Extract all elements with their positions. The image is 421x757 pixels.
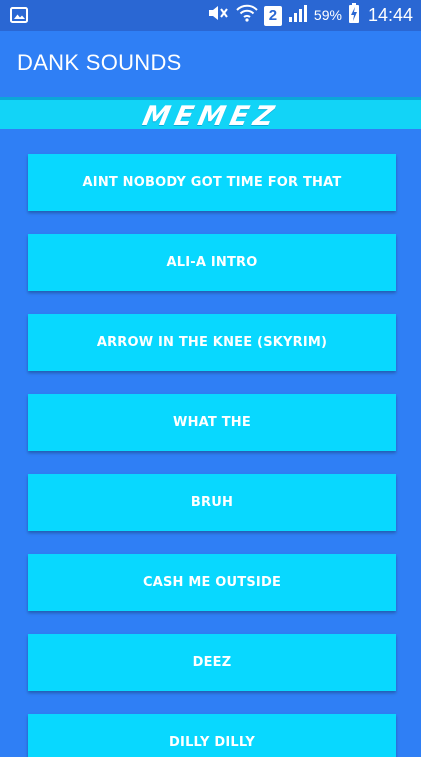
- sound-button[interactable]: BRUH: [28, 474, 396, 531]
- mute-icon: [206, 3, 230, 28]
- sound-list: AINT NOBODY GOT TIME FOR THAT ALI-A INTR…: [28, 154, 396, 757]
- sound-button[interactable]: AINT NOBODY GOT TIME FOR THAT: [28, 154, 396, 211]
- status-bar: 2 59% 14:44: [0, 0, 421, 31]
- memez-banner: MEMEZ: [0, 97, 421, 132]
- wifi-icon: [236, 3, 258, 28]
- sound-button[interactable]: DILLY DILLY: [28, 714, 396, 757]
- app-title: DANK SOUNDS: [17, 50, 182, 75]
- sound-button[interactable]: CASH ME OUTSIDE: [28, 554, 396, 611]
- sound-button[interactable]: ARROW IN THE KNEE (SKYRIM): [28, 314, 396, 371]
- signal-icon: [288, 3, 308, 28]
- gallery-notification-icon: [9, 6, 29, 24]
- sound-button[interactable]: WHAT THE: [28, 394, 396, 451]
- app-bar: DANK SOUNDS: [0, 31, 421, 94]
- sound-button[interactable]: ALI-A INTRO: [28, 234, 396, 291]
- screen: 2 59% 14:44 DANK SOUNDS MEMEZ AINT NOBOD…: [0, 0, 421, 757]
- battery-percentage: 59%: [313, 7, 342, 23]
- sim-badge: 2: [263, 5, 282, 26]
- status-icons: 2 59% 14:44: [206, 0, 413, 31]
- sound-button[interactable]: DEEZ: [28, 634, 396, 691]
- clock: 14:44: [367, 5, 413, 25]
- battery-charging-icon: [348, 2, 360, 29]
- banner-text: MEMEZ: [139, 101, 282, 132]
